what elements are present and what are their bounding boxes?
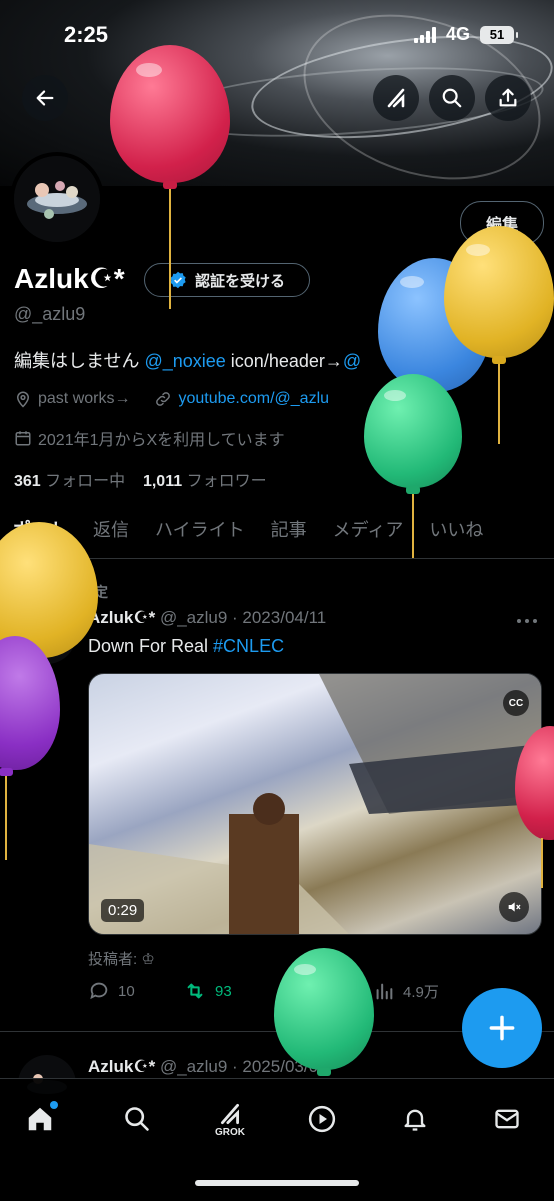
- battery-icon: 51: [480, 25, 518, 44]
- search-button[interactable]: [429, 75, 475, 121]
- bell-icon: [404, 1109, 426, 1131]
- video-frame: [89, 674, 541, 934]
- grok-icon: [221, 1103, 239, 1124]
- mail-icon: [495, 1109, 519, 1129]
- nav-search[interactable]: [115, 1097, 159, 1141]
- bio-mention-link-2[interactable]: @: [343, 351, 361, 371]
- avatar[interactable]: [10, 152, 104, 246]
- status-indicators: 4G 51: [413, 24, 518, 45]
- nav-home[interactable]: [18, 1097, 62, 1141]
- grok-label: GROK: [215, 1126, 245, 1138]
- post-body: Down For Real: [88, 636, 214, 656]
- muted-speaker-icon: [508, 902, 521, 912]
- repost-count: 93: [215, 982, 232, 1000]
- profile-location: past works→: [38, 390, 131, 407]
- arrow-left-icon: [36, 90, 54, 106]
- home-icon: [28, 1107, 52, 1131]
- repost-button[interactable]: 93: [183, 980, 278, 1002]
- link-icon: [156, 392, 171, 406]
- calendar-icon: [15, 431, 31, 446]
- reply-count: 10: [118, 982, 135, 1000]
- post-author-2[interactable]: Azluk☪︎*: [88, 1057, 155, 1076]
- profile-meta-row: past works→ youtube.com/@_azlu: [14, 390, 329, 408]
- reply-icon: [90, 982, 108, 1000]
- tab-highlights[interactable]: ハイライト: [142, 508, 258, 558]
- home-notification-dot: [50, 1101, 58, 1109]
- video-duration: 0:29: [101, 899, 145, 922]
- follow-stats: 361 フォロー中 1,011 フォロワー: [14, 467, 267, 491]
- nav-messages[interactable]: [485, 1097, 529, 1141]
- post-text: Down For Real #CNLEC: [88, 636, 284, 657]
- tab-articles[interactable]: 記事: [258, 508, 320, 558]
- tab-replies[interactable]: 返信: [80, 508, 142, 558]
- avatar-image: [14, 156, 100, 242]
- share-button[interactable]: [485, 75, 531, 121]
- search-icon: [442, 88, 462, 108]
- play-icon: [308, 1105, 336, 1133]
- followers-label: フォロワー: [186, 473, 267, 490]
- posted-by: 投稿者: ♔: [88, 951, 155, 968]
- grok-button[interactable]: [373, 75, 419, 121]
- views-icon: [376, 983, 393, 1000]
- post-handle-date: @_azlu9 · 2023/04/11: [159, 608, 327, 627]
- get-verified-label: 認証を受ける: [194, 272, 285, 290]
- followers-count: 1,011: [142, 473, 183, 490]
- post-more-button[interactable]: [516, 610, 538, 631]
- grok-icon: [387, 88, 405, 108]
- back-button[interactable]: [22, 75, 68, 121]
- bio-text-middle: icon/header→: [225, 351, 343, 371]
- followers-link[interactable]: 1,011 フォロワー: [143, 473, 267, 490]
- battery-level: 51: [489, 27, 505, 42]
- tab-likes[interactable]: いいね: [416, 508, 496, 558]
- signal-icon: [413, 26, 436, 43]
- tab-media[interactable]: メディア: [320, 508, 417, 558]
- views-button[interactable]: 4.9万: [373, 980, 468, 1002]
- captions-button[interactable]: CC: [503, 690, 529, 716]
- bio-text: 編集はしません: [14, 351, 145, 371]
- post-author[interactable]: Azluk☪︎*: [88, 608, 155, 627]
- post-header: Azluk☪︎* @_azlu9 · 2023/04/11: [88, 608, 326, 628]
- compose-button[interactable]: [462, 988, 542, 1068]
- mute-button[interactable]: [499, 892, 529, 922]
- nav-video[interactable]: [300, 1097, 344, 1141]
- profile-website-link[interactable]: youtube.com/@_azlu: [178, 390, 329, 408]
- reply-button[interactable]: 10: [88, 980, 183, 1002]
- repost-icon: [187, 983, 203, 999]
- share-icon: [499, 88, 517, 107]
- profile-name: Azluk☪︎*: [14, 263, 125, 294]
- location-icon: [16, 391, 30, 408]
- home-indicator: [195, 1180, 359, 1186]
- following-link[interactable]: 361 フォロー中: [14, 473, 125, 490]
- more-icon: [517, 619, 537, 623]
- search-icon: [125, 1107, 149, 1131]
- plus-icon: [489, 1015, 515, 1041]
- network-label: 4G: [445, 24, 470, 44]
- status-time: 2:25: [64, 22, 109, 47]
- bio-mention-link[interactable]: @_noxiee: [144, 351, 225, 371]
- nav-grok[interactable]: GROK: [208, 1097, 252, 1141]
- post-video[interactable]: CC 0:29: [88, 673, 542, 935]
- following-label: フォロー中: [45, 473, 126, 490]
- nav-notifications[interactable]: [393, 1097, 437, 1141]
- post-header-2: Azluk☪︎* @_azlu9 · 2025/03/01: [88, 1057, 327, 1077]
- post-hashtag[interactable]: #CNLEC: [213, 636, 284, 656]
- following-count: 361: [14, 473, 41, 490]
- profile-joined-date: 2021年1月からXを利用しています: [38, 432, 285, 449]
- profile-handle: @_azlu9: [14, 304, 86, 324]
- view-count: 4.9万: [403, 983, 439, 1001]
- profile-joined-row: 2021年1月からXを利用しています: [14, 426, 285, 450]
- verified-badge-icon: [170, 271, 186, 289]
